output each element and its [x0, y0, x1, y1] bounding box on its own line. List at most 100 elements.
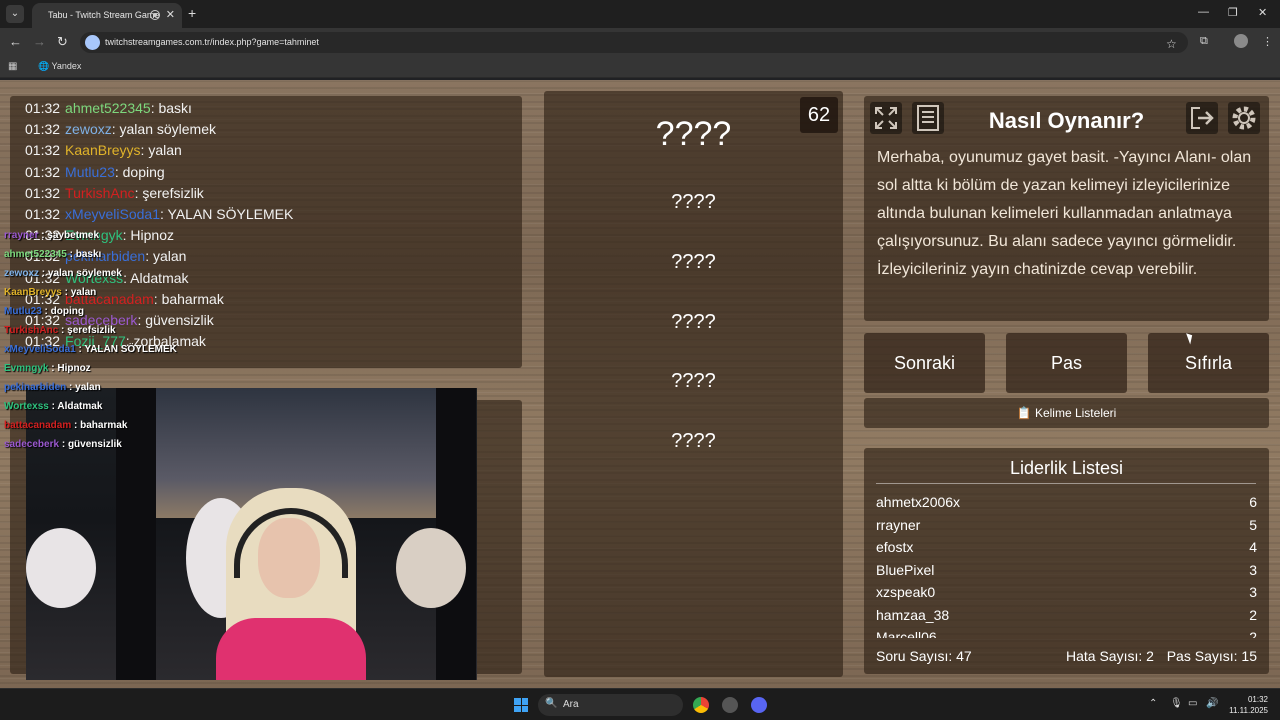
overlay-chat-text: şerefsizlik — [67, 325, 116, 336]
tab-list-button[interactable]: ⌄ — [6, 5, 24, 23]
chat-text: baskı — [158, 100, 192, 116]
forbidden-word: ???? — [671, 430, 716, 452]
settings-gear-icon[interactable] — [1228, 102, 1260, 134]
leaderboard-row: Marcell06 2 — [876, 629, 1257, 638]
chrome-app-icon[interactable] — [693, 697, 709, 713]
profile-avatar[interactable] — [1234, 34, 1248, 48]
words-panel: 62 ???? ???? ???? ???? ???? ???? — [544, 91, 843, 677]
network-icon[interactable]: ▭ — [1188, 698, 1197, 709]
game-page: 01:32 ahmet522345: baskı 01:32 zewoxz: yala… — [0, 80, 1280, 688]
chat-message: 01:32 KaanBreyys: yalan — [25, 142, 182, 158]
leaderboard-row: xzspeak0 3 — [876, 584, 1257, 606]
overlay-chat-username: battacanadam — [4, 420, 72, 431]
overlay-chat-message: battacanadam : baharmak — [4, 420, 127, 431]
player-score: 3 — [1249, 584, 1257, 600]
player-score: 2 — [1249, 629, 1257, 638]
apps-grid-icon[interactable]: ▦ — [8, 61, 17, 72]
forbidden-word: ???? — [671, 191, 716, 213]
leaderboard-row: efostx 4 — [876, 539, 1257, 561]
tray-chevron-icon[interactable]: ⌃ — [1149, 698, 1157, 709]
bookmark-star-icon[interactable]: ☆ — [1166, 37, 1177, 51]
chat-username: ahmet522345 — [65, 100, 151, 116]
bookmark-yandex[interactable]: 🌐 Yandex — [38, 61, 81, 72]
chat-text: YALAN SÖYLEMEK — [167, 206, 294, 222]
overlay-chat-message: Mutlu23 : doping — [4, 306, 84, 317]
overlay-chat-message: TurkishAnc : şerefsizlik — [4, 325, 116, 336]
clock-date: 11.11.2025 — [1229, 706, 1268, 715]
chat-text: şerefsizlik — [142, 184, 204, 201]
player-name: xzspeak0 — [876, 584, 936, 600]
word-lists-button[interactable]: 📋 Kelime Listeleri — [864, 398, 1269, 428]
browser-toolbar: ← → ↻ twitchstreamgames.com.tr/index.php… — [0, 28, 1280, 56]
taskbar-search[interactable]: 🔍 Ara — [538, 694, 683, 716]
back-button[interactable]: ← — [9, 34, 22, 49]
overlay-chat-separator: : — [39, 268, 48, 279]
menu-icon[interactable]: ⋮ — [1262, 35, 1273, 48]
overlay-chat-username: Mutlu23 — [4, 306, 42, 317]
address-bar[interactable]: twitchstreamgames.com.tr/index.php?game=… — [80, 32, 1188, 53]
pass-count: Pas Sayısı: 15 — [1166, 648, 1257, 664]
volume-icon[interactable]: 🔊 — [1206, 698, 1218, 709]
browser-tab[interactable]: Tabu - Twitch Stream Game ✕ — [32, 3, 182, 28]
chat-text: yalan — [153, 248, 187, 265]
search-icon: 🔍 — [545, 698, 558, 709]
browser-tabbar: ⌄ Tabu - Twitch Stream Game ✕ + — ❐ ✕ — [0, 0, 1280, 28]
minimize-button[interactable]: — — [1198, 6, 1209, 18]
player-name: hamzaa_38 — [876, 607, 950, 623]
extensions-icon[interactable]: ⧉ — [1200, 35, 1208, 48]
site-info-icon[interactable] — [85, 35, 100, 50]
discord-app-icon[interactable] — [751, 697, 767, 713]
chat-username: KaanBreyys — [65, 142, 141, 159]
chat-text: yalan söylemek — [119, 121, 217, 138]
overlay-chat-text: yalan söylemek — [47, 268, 122, 279]
chat-separator: : — [153, 290, 162, 307]
start-button[interactable] — [514, 698, 528, 712]
chat-separator: : — [159, 206, 168, 222]
pass-button[interactable]: Pas — [1006, 333, 1127, 393]
tab-close-icon[interactable]: ✕ — [166, 8, 175, 21]
leaderboard-panel: Liderlik Listesi ahmetx2006x 6 rrayner 5 e… — [864, 448, 1269, 674]
restore-button[interactable]: ❐ — [1228, 6, 1238, 19]
overlay-chat-text: güvensizlik — [67, 439, 122, 450]
overlay-chat-message: rrayner : şaybetmek — [4, 230, 99, 241]
forbidden-word: ???? — [671, 251, 716, 273]
overlay-chat-username: rrayner — [4, 230, 39, 241]
leaderboard-list[interactable]: ahmetx2006x 6 rrayner 5 efostx 4 BluePixel 3… — [876, 490, 1257, 638]
overlay-chat-username: xMeyveliSoda1 — [4, 344, 76, 355]
microphone-icon[interactable]: 🎙 — [1170, 698, 1183, 709]
chat-text: yalan — [148, 142, 182, 159]
exit-icon[interactable] — [1186, 102, 1218, 134]
overlay-chat-text: şaybetmek — [47, 230, 100, 241]
overlay-chat-separator: : — [71, 420, 81, 431]
chat-timestamp: 01:32 — [25, 142, 61, 159]
overlay-chat-text: baskı — [75, 249, 102, 260]
chat-separator: : — [111, 121, 120, 138]
main-word: ???? — [655, 115, 732, 153]
question-count: Soru Sayısı: 47 — [876, 648, 972, 664]
new-tab-button[interactable]: + — [188, 5, 196, 21]
overlay-chat-message: xMeyveliSoda1 : YALAN SÖYLEMEK — [4, 344, 177, 355]
chat-message: 01:32 ahmet522345: baskı — [25, 100, 192, 116]
overlay-chat-username: Wortexss — [4, 401, 49, 412]
plush-toy — [396, 528, 466, 608]
chat-username: Mutlu23 — [65, 163, 115, 180]
url-text: twitchstreamgames.com.tr/index.php?game=… — [105, 37, 319, 47]
overlay-chat-username: pekinarbiden — [4, 382, 67, 393]
next-button[interactable]: Sonraki — [864, 333, 985, 393]
obs-app-icon[interactable] — [722, 697, 738, 713]
reset-button[interactable]: Sıfırla — [1148, 333, 1269, 393]
player-name: rrayner — [876, 517, 921, 533]
chat-timestamp: 01:32 — [25, 121, 61, 138]
leaderboard-row: rrayner 5 — [876, 517, 1257, 539]
close-window-button[interactable]: ✕ — [1258, 6, 1267, 19]
forward-button[interactable]: → — [33, 34, 46, 49]
bookmark-label: Yandex — [51, 61, 82, 71]
overlay-chat-separator: : — [61, 287, 71, 298]
recording-icon — [150, 10, 160, 20]
taskbar-clock[interactable]: 01:32 11.11.2025 — [1224, 694, 1268, 716]
chat-text: güvensizlik — [145, 312, 214, 328]
overlay-chat-text: YALAN SÖYLEMEK — [84, 344, 177, 355]
overlay-chat-username: TurkishAnc — [4, 325, 59, 336]
reload-button[interactable]: ↻ — [57, 34, 68, 50]
overlay-chat-separator: : — [41, 306, 51, 317]
